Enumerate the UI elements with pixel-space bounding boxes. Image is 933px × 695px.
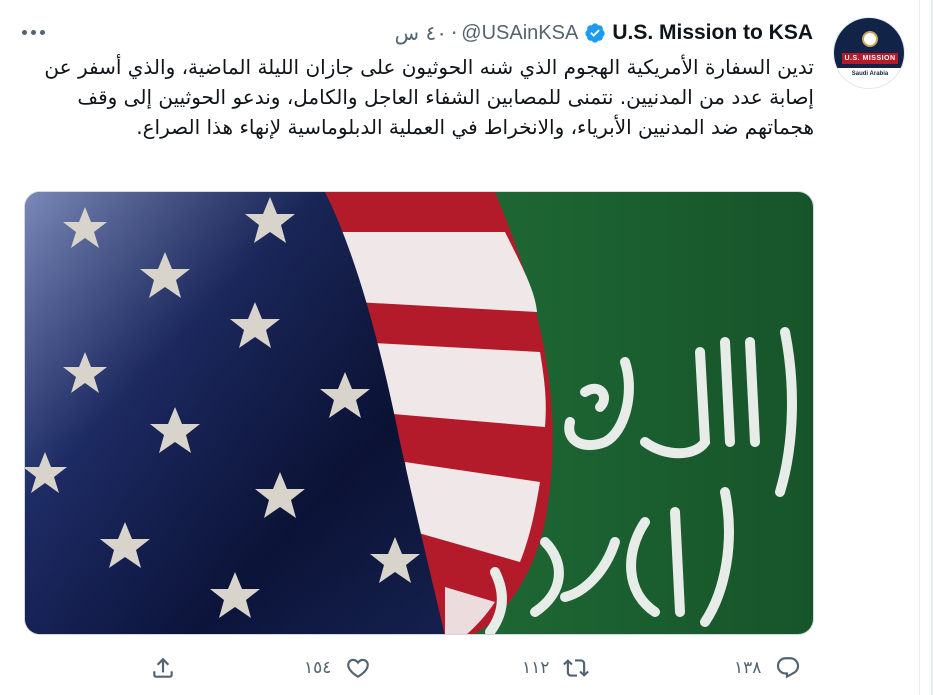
reply-icon	[777, 657, 800, 679]
more-horizontal-icon[interactable]	[22, 24, 48, 40]
reply-button[interactable]: ١٣٨	[734, 648, 801, 688]
heart-icon	[347, 658, 370, 678]
flags-image	[25, 192, 813, 634]
tweet-actions: ١٣٨ ١١٢ ١٥٤	[0, 648, 933, 688]
tweet-header: ٤٠ س · @USAinKSA U.S. Mission to KSA	[395, 19, 813, 47]
seal-icon	[862, 31, 878, 47]
share-button[interactable]	[150, 648, 176, 688]
avatar-subtitle: Saudi Arabia	[851, 71, 889, 77]
reply-count: ١٣٨	[734, 658, 762, 678]
avatar[interactable]: U.S. MISSION Saudi Arabia	[833, 17, 905, 89]
retweet-icon	[563, 659, 590, 677]
tweet[interactable]: U.S. MISSION Saudi Arabia ٤٠ س · @USAinK…	[0, 0, 933, 695]
separator: ·	[450, 21, 458, 45]
verified-badge-icon	[585, 23, 605, 43]
dot	[40, 29, 45, 35]
dot	[22, 29, 27, 35]
dot	[31, 29, 36, 35]
avatar-band: U.S. MISSION	[842, 53, 898, 64]
retweet-count: ١١٢	[522, 658, 550, 678]
tweet-image[interactable]	[24, 191, 814, 635]
like-count: ١٥٤	[304, 658, 332, 678]
retweet-button[interactable]: ١١٢	[522, 648, 590, 688]
like-button[interactable]: ١٥٤	[304, 648, 371, 688]
tweet-text: تدين السفارة الأمريكية الهجوم الذي شنه ا…	[44, 55, 814, 139]
tweet-time[interactable]: ٤٠ س	[395, 21, 447, 45]
user-handle[interactable]: @USAinKSA	[461, 22, 578, 45]
share-icon	[153, 657, 173, 678]
display-name[interactable]: U.S. Mission to KSA	[612, 21, 813, 45]
timeline-border	[919, 0, 920, 695]
